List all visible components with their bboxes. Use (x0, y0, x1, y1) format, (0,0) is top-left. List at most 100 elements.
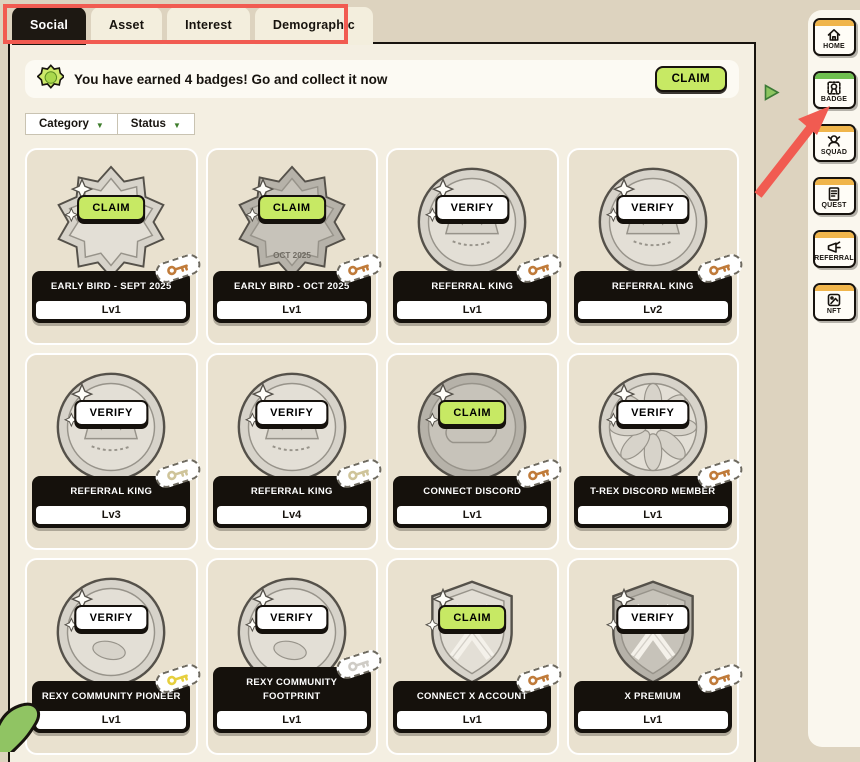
badge-plaque: REFERRAL KINGLv1 (393, 271, 551, 323)
badge-plaque: X PREMIUMLv1 (574, 681, 732, 733)
badge-level: Lv1 (217, 301, 367, 319)
filter-label: Category (39, 118, 89, 130)
sidebar-item-home[interactable]: HOME (813, 18, 856, 56)
sidebar-item-label: HOME (823, 43, 845, 50)
tab-demographic[interactable]: Demographic (255, 7, 373, 45)
sidebar-item-strip (815, 232, 854, 238)
badge-emblem-medal-leaf (53, 574, 169, 690)
active-nav-pointer-icon (762, 83, 781, 107)
badge-card[interactable]: CLAIM CONNECT DISCORDLv1 (386, 353, 559, 550)
badge-plaque: CONNECT X ACCOUNTLv1 (393, 681, 551, 733)
earned-badges-banner: You have earned 4 badges! Go and collect… (25, 60, 739, 98)
badge-emblem-medal-cloud-dark (414, 369, 530, 485)
badge-level: Lv1 (578, 711, 728, 729)
filter-category-dropdown[interactable]: Category ▼ (25, 113, 118, 135)
badge-card[interactable]: CLAIM EARLY BIRD - SEPT 2025Lv1 (25, 148, 198, 345)
filter-status-dropdown[interactable]: Status ▼ (118, 113, 195, 135)
badge-emblem-starburst (53, 164, 169, 280)
claim-badge-button[interactable]: CLAIM (438, 400, 506, 426)
sidebar-item-strip (815, 73, 854, 79)
sidebar-item-quest[interactable]: QUEST (813, 177, 856, 215)
badge-plaque: REFERRAL KINGLv3 (32, 476, 190, 528)
badge-level: Lv1 (36, 711, 186, 729)
badge-card[interactable]: CLAIM CONNECT X ACCOUNTLv1 (386, 558, 559, 755)
badge-plaque: CONNECT DISCORDLv1 (393, 476, 551, 528)
badge-card[interactable]: VERIFY REXY COMMUNITY PIONEERLv1 (25, 558, 198, 755)
nft-icon (826, 292, 842, 308)
verify-badge-button[interactable]: VERIFY (616, 605, 689, 631)
claim-badge-button[interactable]: CLAIM (258, 195, 326, 221)
verify-badge-button[interactable]: VERIFY (75, 400, 148, 426)
badge-emblem-medal-crown (234, 369, 350, 485)
badge-panel: You have earned 4 badges! Go and collect… (8, 42, 756, 762)
home-icon (826, 27, 842, 43)
banner-claim-button[interactable]: CLAIM (655, 66, 727, 92)
sidebar-item-referral[interactable]: REFERRAL (813, 230, 856, 268)
badge-plaque: EARLY BIRD - SEPT 2025Lv1 (32, 271, 190, 323)
chevron-down-icon: ▼ (96, 121, 104, 130)
badge-plaque: REXY COMMUNITY FOOTPRINTLv1 (213, 667, 371, 733)
verify-badge-button[interactable]: VERIFY (616, 195, 689, 221)
badge-level: Lv1 (36, 301, 186, 319)
badge-emblem-medal-crown (595, 164, 711, 280)
badge-card[interactable]: OCT 2025 CLAIM EARLY BIRD - OCT 2025Lv1 (206, 148, 379, 345)
badge-card[interactable]: VERIFY REFERRAL KINGLv4 (206, 353, 379, 550)
sidebar-item-label: SQUAD (821, 149, 847, 156)
svg-text:OCT 2025: OCT 2025 (273, 251, 311, 260)
sidebar-item-squad[interactable]: SQUAD (813, 124, 856, 162)
verify-badge-button[interactable]: VERIFY (616, 400, 689, 426)
badge-level: Lv1 (217, 711, 367, 729)
badge-plaque: REXY COMMUNITY PIONEERLv1 (32, 681, 190, 733)
tab-social[interactable]: Social (12, 7, 86, 45)
chevron-down-icon: ▼ (173, 121, 181, 130)
badge-emblem-starburst-dark: OCT 2025 (234, 164, 350, 280)
referral-icon (826, 239, 842, 255)
sidebar-item-strip (815, 126, 854, 132)
badge-level: Lv2 (578, 301, 728, 319)
badge-emblem-medal-pinwheel (595, 369, 711, 485)
badge-plaque: T-REX DISCORD MEMBERLv1 (574, 476, 732, 528)
claim-badge-button[interactable]: CLAIM (77, 195, 145, 221)
badge-plaque: EARLY BIRD - OCT 2025Lv1 (213, 271, 371, 323)
sidebar-item-label: BADGE (821, 96, 847, 103)
tab-interest[interactable]: Interest (167, 7, 250, 45)
claim-badge-button[interactable]: CLAIM (438, 605, 506, 631)
badge-card[interactable]: VERIFY REFERRAL KINGLv1 (386, 148, 559, 345)
tab-asset[interactable]: Asset (91, 7, 162, 45)
badge-level: Lv1 (397, 301, 547, 319)
badge-card[interactable]: VERIFY T-REX DISCORD MEMBERLv1 (567, 353, 740, 550)
nav-sidebar: HOME BADGE SQUAD QUEST REFERRAL NFT (808, 10, 860, 747)
badge-level: Lv3 (36, 506, 186, 524)
badge-emblem-shield-x (414, 574, 530, 690)
squad-icon (826, 133, 842, 149)
badge-plaque: REFERRAL KINGLv4 (213, 476, 371, 528)
tab-bar: SocialAssetInterestDemographic (12, 7, 373, 45)
badge-card[interactable]: VERIFY REXY COMMUNITY FOOTPRINTLv1 (206, 558, 379, 755)
badge-seal-icon (37, 63, 64, 95)
quest-icon (826, 186, 842, 202)
sidebar-item-strip (815, 179, 854, 185)
banner-text: You have earned 4 badges! Go and collect… (74, 72, 655, 87)
badge-card[interactable]: VERIFY REFERRAL KINGLv2 (567, 148, 740, 345)
sidebar-item-badge[interactable]: BADGE (813, 71, 856, 109)
badge-emblem-medal-crown (414, 164, 530, 280)
badge-grid: CLAIM EARLY BIRD - SEPT 2025Lv1 OCT 2025… (25, 148, 739, 755)
verify-badge-button[interactable]: VERIFY (436, 195, 509, 221)
badge-card[interactable]: VERIFY REFERRAL KINGLv3 (25, 353, 198, 550)
filter-label: Status (131, 118, 166, 130)
badge-plaque: REFERRAL KINGLv2 (574, 271, 732, 323)
sidebar-item-label: NFT (827, 308, 841, 315)
sidebar-item-nft[interactable]: NFT (813, 283, 856, 321)
filter-bar: Category ▼ Status ▼ (25, 113, 739, 135)
sidebar-item-strip (815, 20, 854, 26)
badge-card[interactable]: VERIFY X PREMIUMLv1 (567, 558, 740, 755)
verify-badge-button[interactable]: VERIFY (75, 605, 148, 631)
verify-badge-button[interactable]: VERIFY (255, 605, 328, 631)
badge-icon (826, 80, 842, 96)
sidebar-item-strip (815, 285, 854, 291)
sidebar-item-label: REFERRAL (814, 255, 854, 262)
badge-level: Lv1 (397, 506, 547, 524)
verify-badge-button[interactable]: VERIFY (255, 400, 328, 426)
sidebar-item-label: QUEST (821, 202, 846, 209)
badge-level: Lv4 (217, 506, 367, 524)
